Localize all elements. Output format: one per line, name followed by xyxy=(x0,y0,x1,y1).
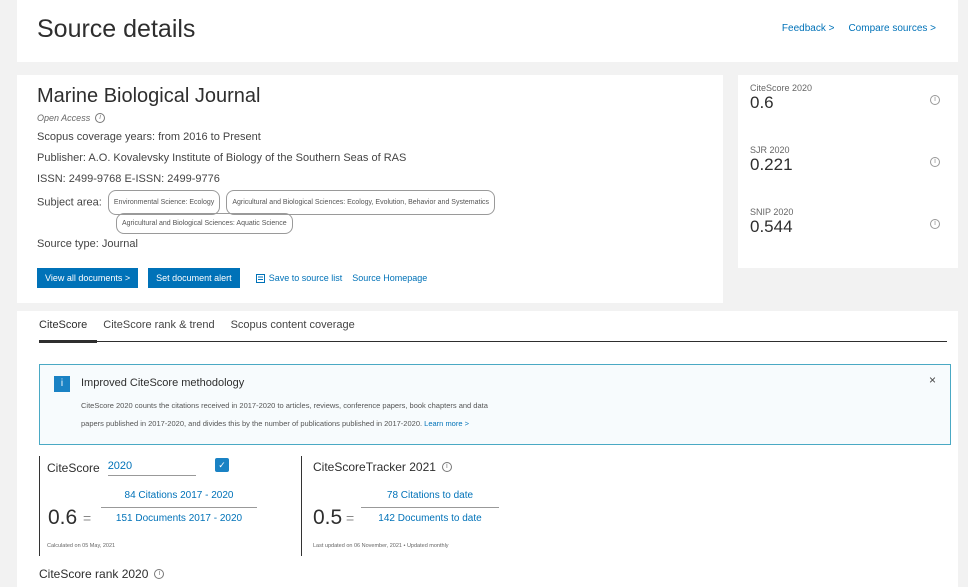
equals-sign: = xyxy=(83,510,92,526)
compare-sources-link[interactable]: Compare sources > xyxy=(848,23,936,34)
info-icon[interactable]: i xyxy=(441,462,452,472)
citescore-block: CiteScore 2020 ✓ 0.6 = 84 Citations 2017… xyxy=(39,456,299,556)
notice-line-2: papers published in 2017-2020, and divid… xyxy=(81,415,641,433)
metric-label: CiteScore 2020 xyxy=(750,83,813,93)
main-content: CiteScore CiteScore rank & trend Scopus … xyxy=(17,311,958,587)
citescore-rank-title: CiteScore rank 2020 i xyxy=(39,567,165,581)
notice-text: CiteScore 2020 counts the citations rece… xyxy=(81,397,641,433)
tracker-value: 0.5 xyxy=(313,506,343,529)
page-header: Source details Feedback > Compare source… xyxy=(17,0,958,62)
feedback-link[interactable]: Feedback > xyxy=(782,23,835,34)
updated-note: Last updated on 06 November, 2021 • Upda… xyxy=(313,543,449,549)
learn-more-link[interactable]: Learn more > xyxy=(424,419,469,428)
notice-title: Improved CiteScore methodology xyxy=(81,377,245,389)
citescore-fraction: 84 Citations 2017 - 2020 151 Documents 2… xyxy=(101,490,257,524)
header-links: Feedback > Compare sources > xyxy=(782,23,936,34)
metric-label: SJR 2020 xyxy=(750,145,790,155)
rank-title-text: CiteScore rank 2020 xyxy=(39,567,149,581)
metric-snip: SNIP 2020 0.544 i xyxy=(750,207,946,269)
metrics-card: CiteScore 2020 0.6 i SJR 2020 0.221 i SN… xyxy=(738,75,958,268)
tab-scopus-content-coverage[interactable]: Scopus content coverage xyxy=(231,319,355,333)
citescore-tracker-block: CiteScoreTracker 2021 i 0.5 = 78 Citatio… xyxy=(301,456,601,556)
info-icon[interactable]: i xyxy=(930,95,940,105)
publisher-label: Publisher: xyxy=(37,152,86,164)
citescore-header: CiteScore 2020 xyxy=(47,460,196,476)
issn-value: 2499-9768 xyxy=(68,173,122,185)
info-icon[interactable]: i xyxy=(930,219,940,229)
issn-row: ISSN: 2499-9768 E-ISSN: 2499-9776 xyxy=(37,169,723,190)
documents-to-date-link[interactable]: 142 Documents to date xyxy=(361,513,499,524)
notice-line: papers published in 2017-2020, and divid… xyxy=(81,419,423,428)
publisher-row: Publisher: A.O. Kovalevsky Institute of … xyxy=(37,148,723,169)
citations-link[interactable]: 84 Citations 2017 - 2020 xyxy=(101,490,257,506)
list-icon xyxy=(255,273,265,283)
info-icon[interactable]: i xyxy=(930,157,940,167)
publisher-value: A.O. Kovalevsky Institute of Biology of … xyxy=(88,152,407,164)
view-all-documents-button[interactable]: View all documents > xyxy=(37,268,139,288)
source-type-row: Source type: Journal xyxy=(37,234,723,255)
subject-chip[interactable]: Environmental Science: Ecology xyxy=(107,190,221,215)
methodology-notice: i Improved CiteScore methodology CiteSco… xyxy=(39,364,951,445)
metric-value: 0.6 xyxy=(750,93,774,112)
set-document-alert-button[interactable]: Set document alert xyxy=(148,268,240,288)
citescore-label: CiteScore xyxy=(47,461,100,475)
equals-sign: = xyxy=(346,510,355,526)
citations-to-date-link[interactable]: 78 Citations to date xyxy=(361,490,499,506)
source-info-card: Marine Biological Journal Open Access i … xyxy=(17,75,723,303)
subject-row-continued: Agricultural and Biological Sciences: Aq… xyxy=(37,213,723,234)
metric-sjr: SJR 2020 0.221 i xyxy=(750,145,946,207)
fraction-line xyxy=(101,507,257,508)
journal-title: Marine Biological Journal xyxy=(37,85,261,107)
eissn-value: 2499-9776 xyxy=(167,173,220,185)
tracker-title-text: CiteScoreTracker 2021 xyxy=(313,460,436,474)
subject-label: Subject area: xyxy=(37,196,102,209)
info-icon: i xyxy=(54,376,70,392)
metric-citescore: CiteScore 2020 0.6 i xyxy=(750,83,946,145)
metric-value: 0.544 xyxy=(750,217,793,236)
source-type-value: Journal xyxy=(101,238,138,250)
tracker-title: CiteScoreTracker 2021 i xyxy=(313,460,452,474)
subject-chip[interactable]: Agricultural and Biological Sciences: Aq… xyxy=(116,213,293,234)
active-tab-indicator xyxy=(39,340,97,343)
divider xyxy=(39,456,40,556)
eissn-label: E-ISSN: xyxy=(124,173,165,185)
save-to-source-list-label: Save to source list xyxy=(268,273,343,283)
tabs-divider xyxy=(97,341,947,342)
issn-label: ISSN: xyxy=(37,173,66,185)
subject-chip[interactable]: Agricultural and Biological Sciences: Ec… xyxy=(226,190,496,215)
subject-row: Subject area: Environmental Science: Eco… xyxy=(37,190,723,215)
chevron-down-icon[interactable]: ✓ xyxy=(215,458,229,472)
notice-line: CiteScore 2020 counts the citations rece… xyxy=(81,401,488,410)
coverage-value: from 2016 to Present xyxy=(158,131,261,143)
info-icon[interactable]: i xyxy=(95,113,106,123)
save-to-source-list-link[interactable]: Save to source list xyxy=(255,273,343,283)
citescore-value: 0.6 xyxy=(48,506,78,529)
metric-value: 0.221 xyxy=(750,155,793,174)
open-access-label: Open Access xyxy=(37,113,91,123)
page-title: Source details xyxy=(37,15,196,43)
close-icon[interactable]: × xyxy=(929,373,936,387)
documents-link[interactable]: 151 Documents 2017 - 2020 xyxy=(101,513,257,524)
divider xyxy=(301,456,302,556)
calculated-note: Calculated on 05 May, 2021 xyxy=(47,543,116,549)
tab-citescore-rank-trend[interactable]: CiteScore rank & trend xyxy=(103,319,214,333)
info-icon[interactable]: i xyxy=(154,569,165,579)
actions-row: View all documents > Set document alert … xyxy=(37,268,427,288)
tab-bar: CiteScore CiteScore rank & trend Scopus … xyxy=(39,311,355,341)
tracker-fraction: 78 Citations to date 142 Documents to da… xyxy=(361,490,499,524)
year-select[interactable]: 2020 xyxy=(107,460,196,476)
tab-citescore[interactable]: CiteScore xyxy=(39,319,87,333)
coverage-label: Scopus coverage years: xyxy=(37,131,156,143)
metric-label: SNIP 2020 xyxy=(750,207,794,217)
open-access-row: Open Access i xyxy=(37,113,723,123)
source-type-label: Source type: xyxy=(37,238,99,250)
fraction-line xyxy=(361,507,499,508)
coverage-row: Scopus coverage years: from 2016 to Pres… xyxy=(37,127,723,148)
source-homepage-link[interactable]: Source Homepage xyxy=(352,273,427,283)
